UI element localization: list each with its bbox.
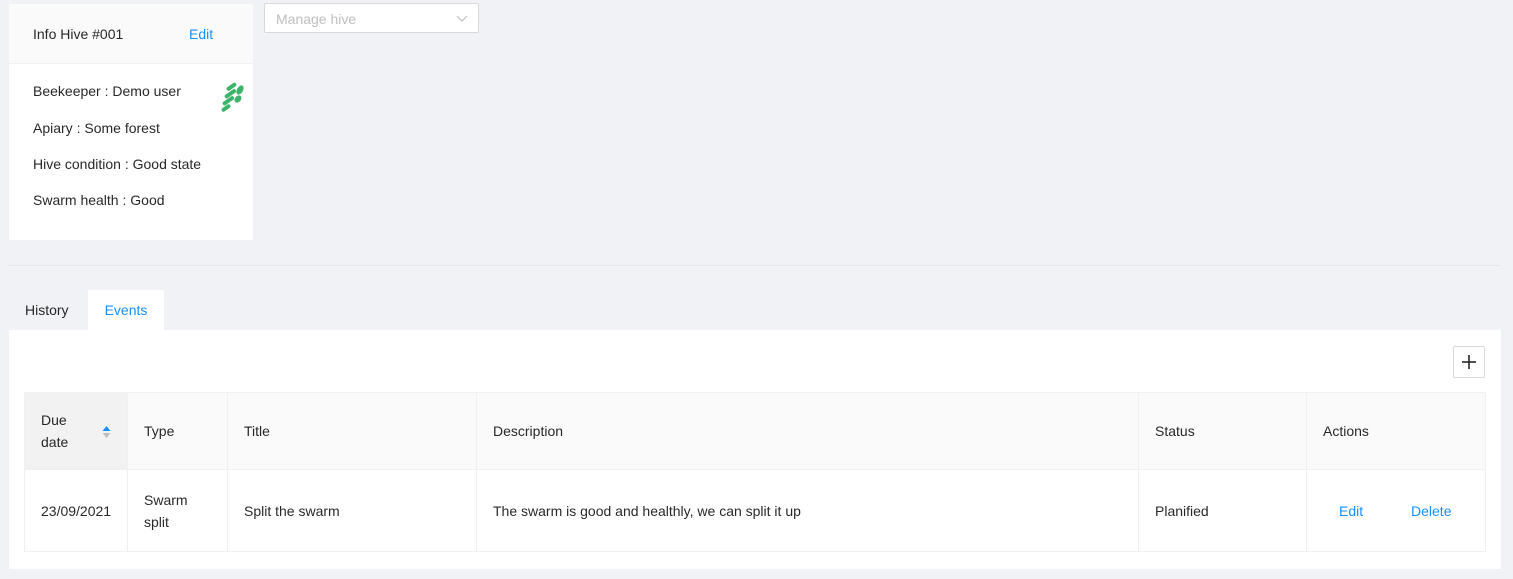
manage-hive-select[interactable]: Manage hive <box>264 3 479 33</box>
column-due-date-label: Due date <box>41 412 69 450</box>
cell-due-date: 23/09/2021 <box>24 469 128 552</box>
events-table: Due date Type Title Description Status A… <box>24 392 1486 552</box>
table-row: 23/09/2021 Swarm split Split the swarm T… <box>24 469 1486 552</box>
column-type: Type <box>127 392 228 470</box>
add-event-button[interactable] <box>1453 346 1485 378</box>
apiary-info: Apiary : Some forest <box>33 120 160 136</box>
sort-icon <box>102 426 111 438</box>
plus-icon <box>1462 355 1476 369</box>
beekeeper-info: Beekeeper : Demo user <box>33 83 181 99</box>
delete-event-link[interactable]: Delete <box>1411 503 1451 519</box>
cell-type-text: Swarm split <box>144 491 188 530</box>
table-header-row: Due date Type Title Description Status A… <box>24 392 1486 470</box>
hive-info-title: Info Hive #001 <box>33 26 124 42</box>
cell-type: Swarm split <box>127 469 228 552</box>
bee-icon <box>221 82 244 112</box>
manage-hive-placeholder: Manage hive <box>276 11 357 27</box>
column-due-date[interactable]: Due date <box>24 392 128 470</box>
cell-description: The swarm is good and healthly, we can s… <box>476 469 1139 552</box>
section-divider <box>9 265 1500 266</box>
cell-actions: Edit Delete <box>1306 469 1486 552</box>
edit-hive-button[interactable]: Edit <box>189 25 213 43</box>
swarm-health-info: Swarm health : Good <box>33 192 165 208</box>
tab-history[interactable]: History <box>9 290 85 330</box>
column-description: Description <box>476 392 1139 470</box>
events-panel: Due date Type Title Description Status A… <box>9 330 1501 569</box>
hive-info-card: Info Hive #001 Edit Beekeeper : Demo use… <box>9 4 253 240</box>
column-actions: Actions <box>1306 392 1486 470</box>
column-status: Status <box>1138 392 1307 470</box>
hive-info-header: Info Hive #001 Edit <box>9 4 253 64</box>
cell-title: Split the swarm <box>227 469 477 552</box>
cell-status: Planified <box>1138 469 1307 552</box>
edit-event-link[interactable]: Edit <box>1339 503 1363 519</box>
column-title: Title <box>227 392 477 470</box>
tab-events[interactable]: Events <box>88 290 164 330</box>
chevron-down-icon <box>456 15 468 22</box>
hive-condition-info: Hive condition : Good state <box>33 156 202 172</box>
